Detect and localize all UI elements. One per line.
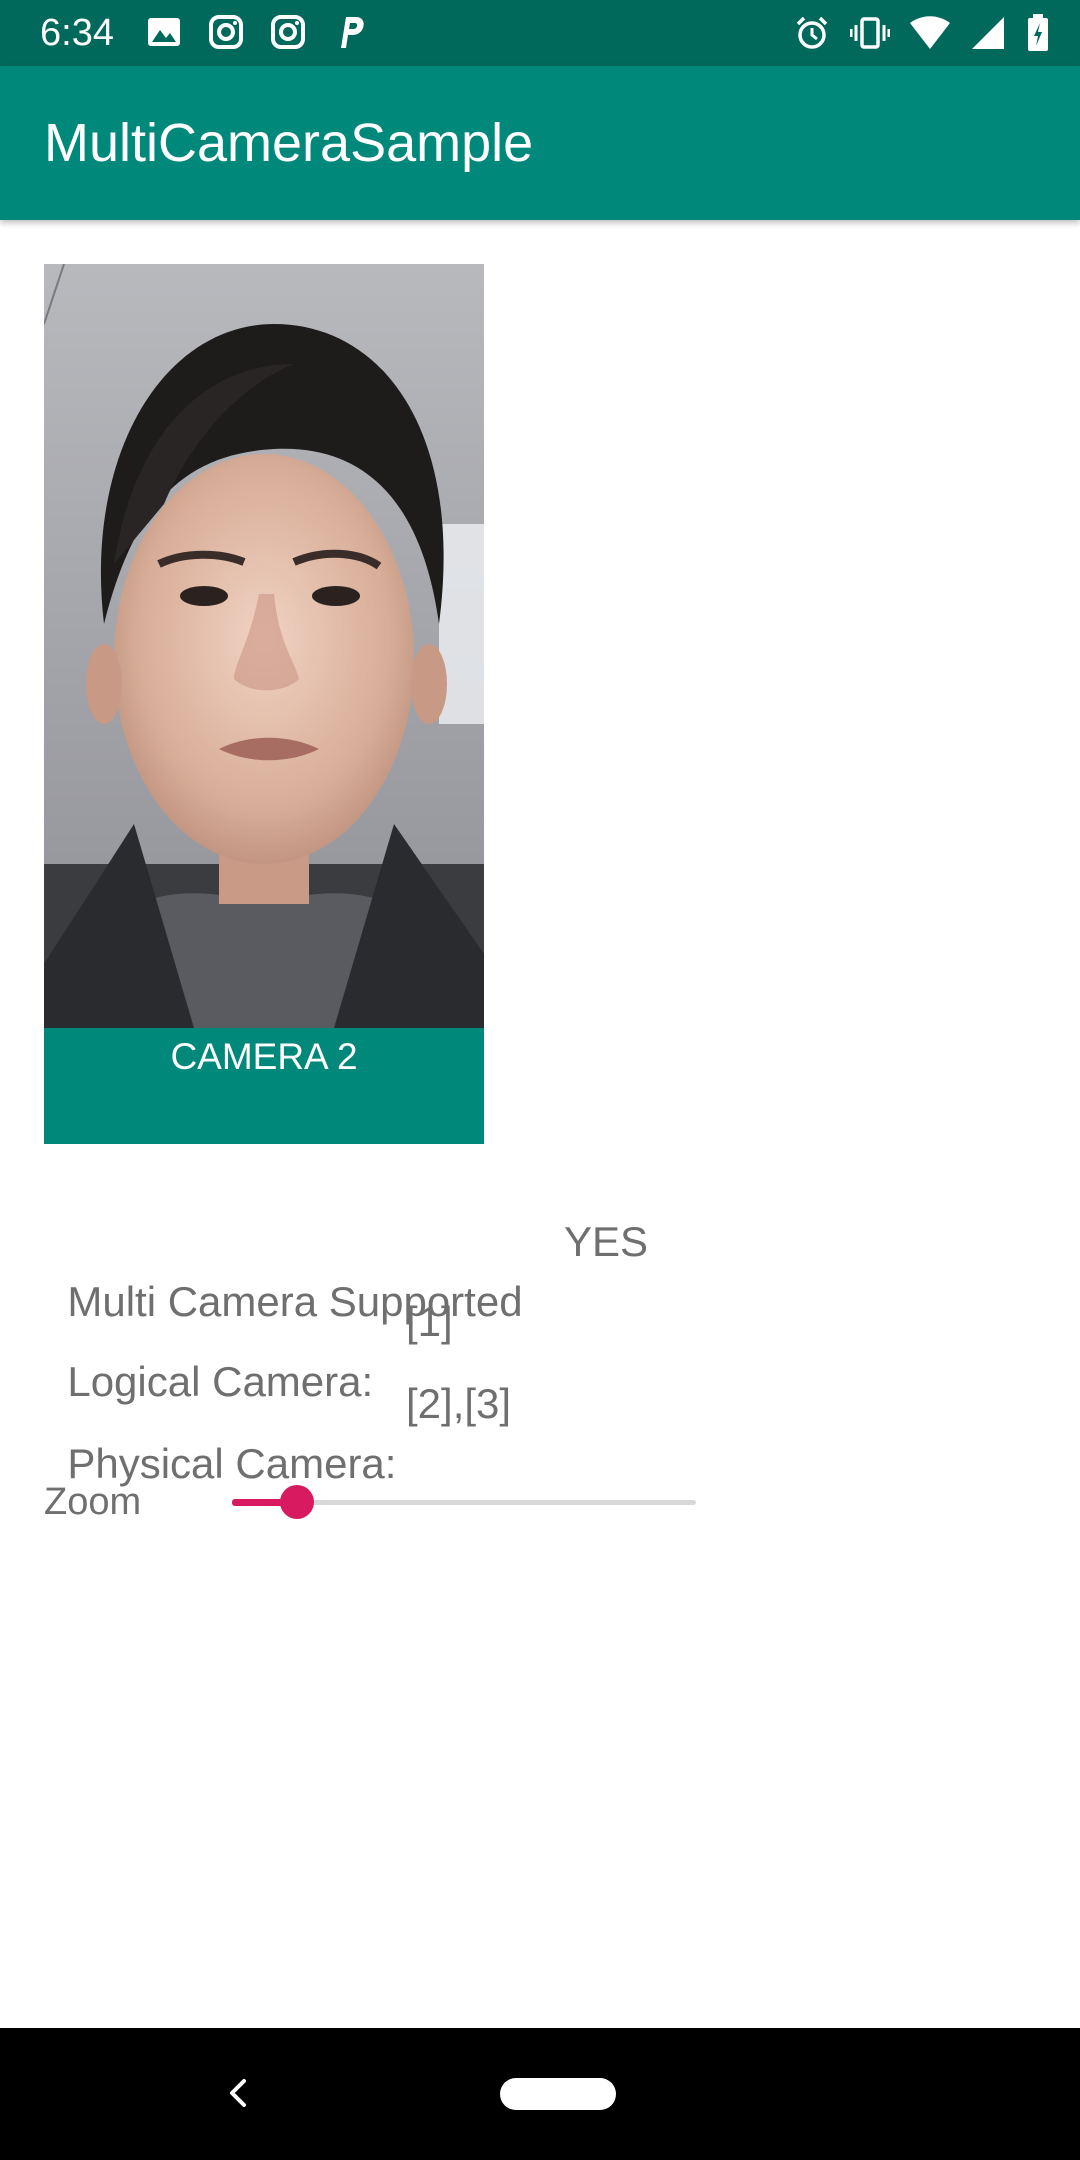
back-icon[interactable]: [216, 2068, 256, 2118]
camera-2-button[interactable]: CAMERA 2: [44, 1028, 484, 1144]
logical-camera-value: [1]: [406, 1298, 453, 1345]
vibrate-icon: [850, 17, 890, 49]
instagram-icon: [271, 15, 305, 49]
physical-camera-value: [2],[3]: [406, 1380, 512, 1427]
camera-preview-image: [44, 264, 484, 1028]
camera-button-label: CAMERA 2: [170, 1036, 358, 1077]
signal-icon: [972, 17, 1004, 49]
zoom-slider[interactable]: [232, 1480, 696, 1524]
home-pill[interactable]: [500, 2078, 616, 2110]
battery-icon: [1028, 14, 1048, 51]
app-bar: MultiCameraSample: [0, 66, 1080, 220]
paypal-icon: [341, 17, 364, 48]
status-bar: 6:34: [0, 0, 1080, 66]
zoom-thumb[interactable]: [279, 1485, 314, 1519]
status-time: 6:34: [40, 12, 114, 54]
alarm-icon: [796, 16, 828, 49]
system-icons: [794, 12, 1050, 54]
image-icon: [148, 18, 180, 46]
app-title: MultiCameraSample: [44, 113, 534, 173]
zoom-label: Zoom: [44, 1481, 142, 1523]
instagram-icon: [209, 15, 243, 49]
wifi-icon: [910, 16, 950, 49]
camera-card: CAMERA 2: [44, 264, 484, 1144]
camera-preview: [44, 264, 484, 1028]
multi-camera-value: YES: [564, 1218, 649, 1265]
navigation-bar: [0, 2028, 1080, 2160]
notification-icons: [146, 14, 368, 52]
